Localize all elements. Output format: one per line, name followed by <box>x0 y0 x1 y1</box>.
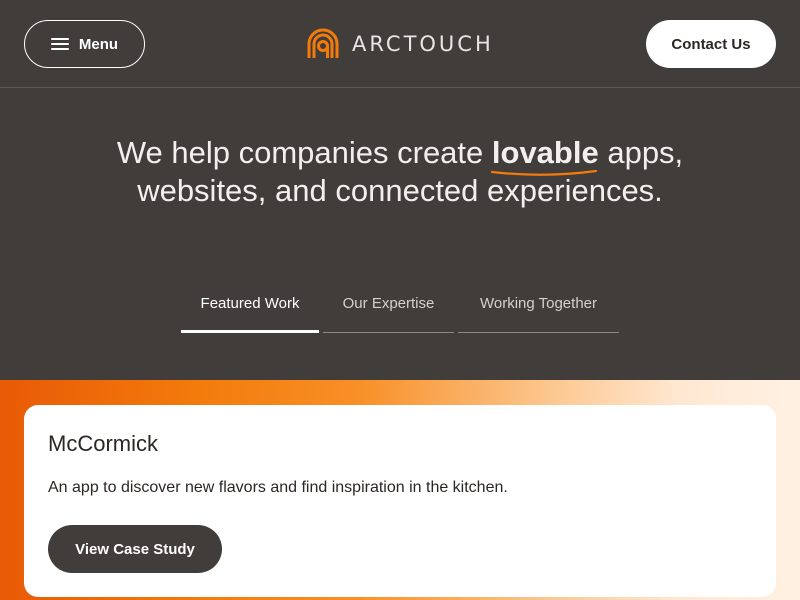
logo-wordmark: ARCTOUCH <box>352 32 494 56</box>
arctouch-logo-icon <box>307 28 339 58</box>
arctouch-logo[interactable]: ARCTOUCH <box>306 27 494 61</box>
menu-button-label: Menu <box>78 35 119 53</box>
menu-button[interactable]: Menu <box>24 20 145 68</box>
hero-text-before: We help companies create <box>116 135 492 170</box>
tab-featured-work[interactable]: Featured Work <box>181 284 319 333</box>
card-description: An app to discover new flavors and find … <box>48 479 508 496</box>
feature-card: McCormick An app to discover new flavors… <box>24 405 776 597</box>
card-title: McCormick <box>48 431 158 456</box>
view-case-study-button[interactable]: View Case Study <box>48 525 222 573</box>
hamburger-icon <box>50 38 69 50</box>
site-header: Menu ARCTOUCH Contact Us <box>0 0 800 88</box>
hero-line-1: We help companies create lovable apps, <box>0 134 800 176</box>
hero-headline: We help companies create lovable apps, w… <box>0 134 800 210</box>
tab-our-expertise[interactable]: Our Expertise <box>323 284 454 333</box>
tab-working-together[interactable]: Working Together <box>458 284 619 333</box>
work-tabs: Featured Work Our Expertise Working Toge… <box>181 284 619 334</box>
highlight-underline <box>490 169 597 176</box>
hero-text-after: apps, <box>598 135 684 170</box>
hero-line-2: websites, and connected experiences. <box>137 173 663 208</box>
hero-highlight: lovable <box>490 134 599 176</box>
contact-us-button[interactable]: Contact Us <box>646 20 776 68</box>
